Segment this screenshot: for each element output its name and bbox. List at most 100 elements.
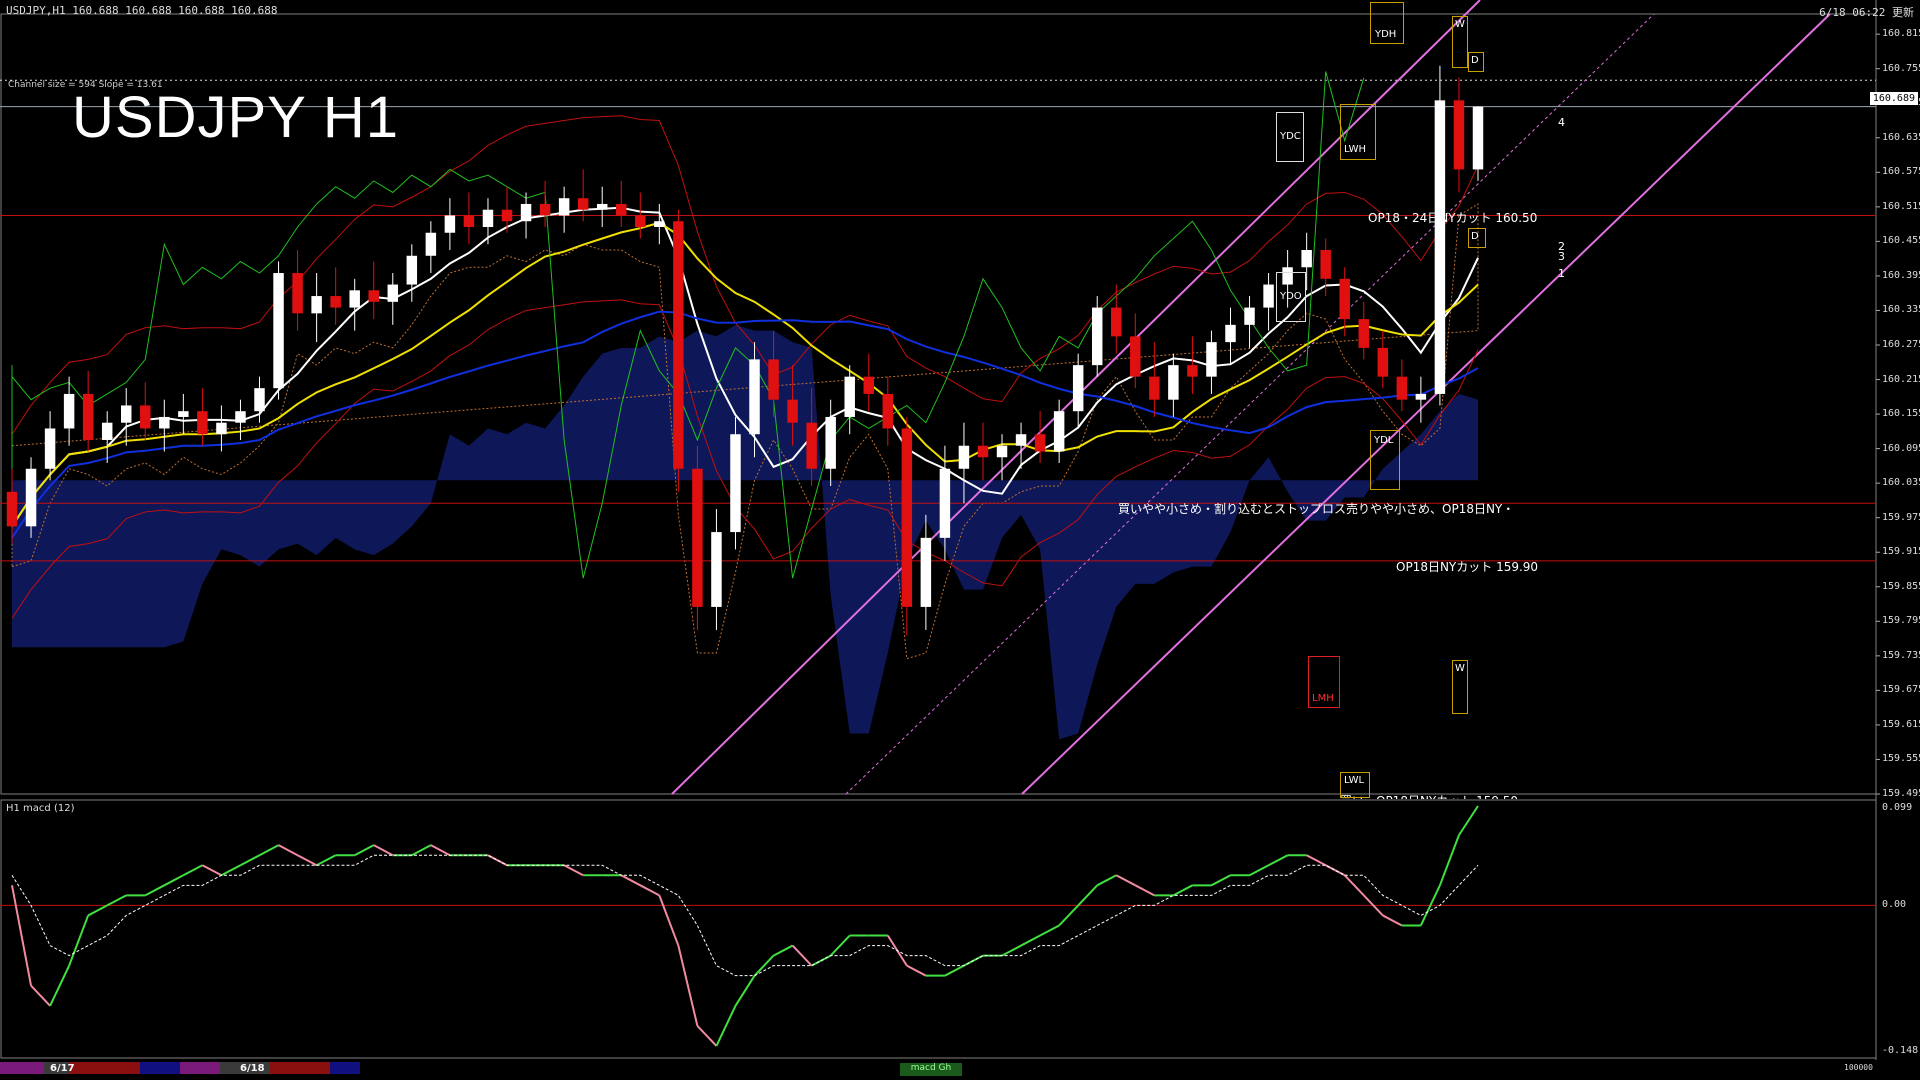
macd-segment bbox=[1438, 834, 1460, 886]
candle-body bbox=[1130, 336, 1141, 377]
w-bottom-label: W bbox=[1455, 663, 1465, 674]
candle-body bbox=[1358, 319, 1370, 348]
macd-segment bbox=[87, 904, 108, 917]
candle-body bbox=[654, 221, 665, 227]
candle-body bbox=[711, 532, 722, 607]
lmh-label: LMH bbox=[1312, 693, 1334, 704]
candle-body bbox=[444, 215, 456, 233]
trade-comment: 買いやや小さめ・割り込むとストップロス売りやや小さめ、OP18日NY・ bbox=[1118, 502, 1515, 516]
candle-body bbox=[463, 215, 475, 227]
ydl-box: YDL bbox=[1370, 430, 1400, 490]
macd-segment bbox=[791, 944, 813, 967]
price-tick-label: 160.275 bbox=[1882, 338, 1920, 350]
candle-body bbox=[635, 215, 646, 227]
date-segment bbox=[140, 1062, 180, 1074]
candle-body bbox=[787, 399, 798, 423]
candle-body bbox=[1244, 307, 1255, 325]
candle-body bbox=[901, 428, 913, 607]
channel-mid-line bbox=[845, 13, 1655, 795]
date-label-6-17: 6/17 bbox=[50, 1063, 75, 1074]
candle-body bbox=[1320, 250, 1331, 279]
candle-body bbox=[1168, 365, 1179, 400]
candle-body bbox=[501, 209, 513, 222]
macd-segment bbox=[829, 934, 851, 957]
date-segment bbox=[270, 1062, 330, 1074]
macd-segment bbox=[430, 844, 451, 857]
candle-body bbox=[939, 468, 951, 538]
ydh-label: YDH bbox=[1375, 29, 1397, 40]
macd-segment bbox=[259, 844, 280, 857]
macd-segment bbox=[906, 964, 927, 977]
projection-label-4: 4 bbox=[1558, 116, 1565, 129]
d-top-box: D bbox=[1468, 52, 1484, 72]
candle-body bbox=[825, 416, 836, 469]
date-segment bbox=[70, 1062, 140, 1074]
lwh-label: LWH bbox=[1344, 144, 1367, 155]
macd-segment bbox=[182, 864, 203, 877]
candle-body bbox=[254, 388, 265, 412]
candle-body bbox=[1072, 365, 1084, 412]
macd-segment bbox=[944, 964, 965, 977]
macd-segment bbox=[1115, 874, 1136, 887]
macd-segment bbox=[354, 844, 375, 857]
candle-body bbox=[1263, 284, 1274, 308]
indicator-tab[interactable]: macd Gh bbox=[900, 1063, 962, 1076]
macd-segment bbox=[696, 1025, 718, 1047]
candle-body bbox=[1453, 100, 1465, 170]
candle-body bbox=[387, 284, 399, 302]
candle-body bbox=[101, 422, 113, 440]
macd-segment bbox=[1039, 924, 1060, 937]
macd-segment bbox=[1458, 805, 1479, 836]
candle-body bbox=[1415, 393, 1427, 400]
macd-segment bbox=[240, 854, 260, 867]
candle-body bbox=[882, 393, 894, 429]
candle-body bbox=[1206, 342, 1217, 377]
price-tick-label: 160.335 bbox=[1882, 304, 1920, 316]
macd-segment bbox=[220, 864, 241, 877]
ydl-label: YDL bbox=[1374, 435, 1394, 446]
ydo-box: YDO bbox=[1276, 272, 1306, 322]
candle-body bbox=[977, 445, 989, 458]
candle-body bbox=[159, 416, 170, 429]
macd-segment bbox=[163, 874, 184, 887]
candle-body bbox=[749, 359, 760, 435]
date-label-6-18: 6/18 bbox=[240, 1063, 265, 1074]
d-mid-box: D bbox=[1468, 228, 1486, 248]
price-tick-label: 159.735 bbox=[1882, 649, 1920, 661]
price-tick-label: 160.635 bbox=[1882, 131, 1920, 143]
price-tick-label: 159.975 bbox=[1882, 511, 1920, 523]
candle-body bbox=[1434, 100, 1446, 394]
macd-segment bbox=[1077, 884, 1098, 907]
candle-body bbox=[349, 290, 360, 308]
price-tick-label: 160.395 bbox=[1882, 269, 1920, 281]
symbol-info: USDJPY,H1 160.688 160.688 160.688 160.68… bbox=[6, 4, 278, 17]
macd-segment bbox=[677, 945, 699, 1027]
current-price-badge: 160.689 bbox=[1869, 92, 1918, 105]
macd-segment bbox=[563, 864, 584, 877]
ydc-label: YDC bbox=[1280, 131, 1301, 142]
d-mid-label: D bbox=[1471, 231, 1479, 242]
macd-segment bbox=[373, 844, 394, 857]
candle-body bbox=[44, 428, 56, 469]
candle-body bbox=[1301, 250, 1312, 268]
op-upper-annotation: OP18・24日NYカット 160.50 bbox=[1368, 211, 1538, 225]
candle-body bbox=[273, 273, 284, 389]
date-segment bbox=[180, 1062, 220, 1074]
candle-body bbox=[406, 255, 418, 285]
ichimoku-cloud bbox=[12, 324, 1478, 740]
price-tick-label: 159.615 bbox=[1882, 718, 1920, 730]
macd-segment bbox=[1058, 904, 1079, 927]
candle-body bbox=[768, 359, 779, 400]
macd-axis-zero: 0.00 bbox=[1882, 899, 1907, 910]
price-chart[interactable] bbox=[0, 0, 1920, 1080]
lmh-box: LMH bbox=[1308, 656, 1340, 708]
ydc-box: YDC bbox=[1276, 112, 1304, 162]
lwl-box: LWL bbox=[1340, 772, 1370, 798]
price-tick-label: 160.755 bbox=[1882, 62, 1920, 74]
candle-body bbox=[1149, 376, 1160, 400]
candle-body bbox=[6, 491, 18, 527]
candle-body bbox=[120, 405, 132, 423]
macd-segment bbox=[201, 864, 222, 877]
macd-segment bbox=[1096, 874, 1117, 887]
macd-axis-bottom: -0.148 bbox=[1882, 1045, 1919, 1056]
